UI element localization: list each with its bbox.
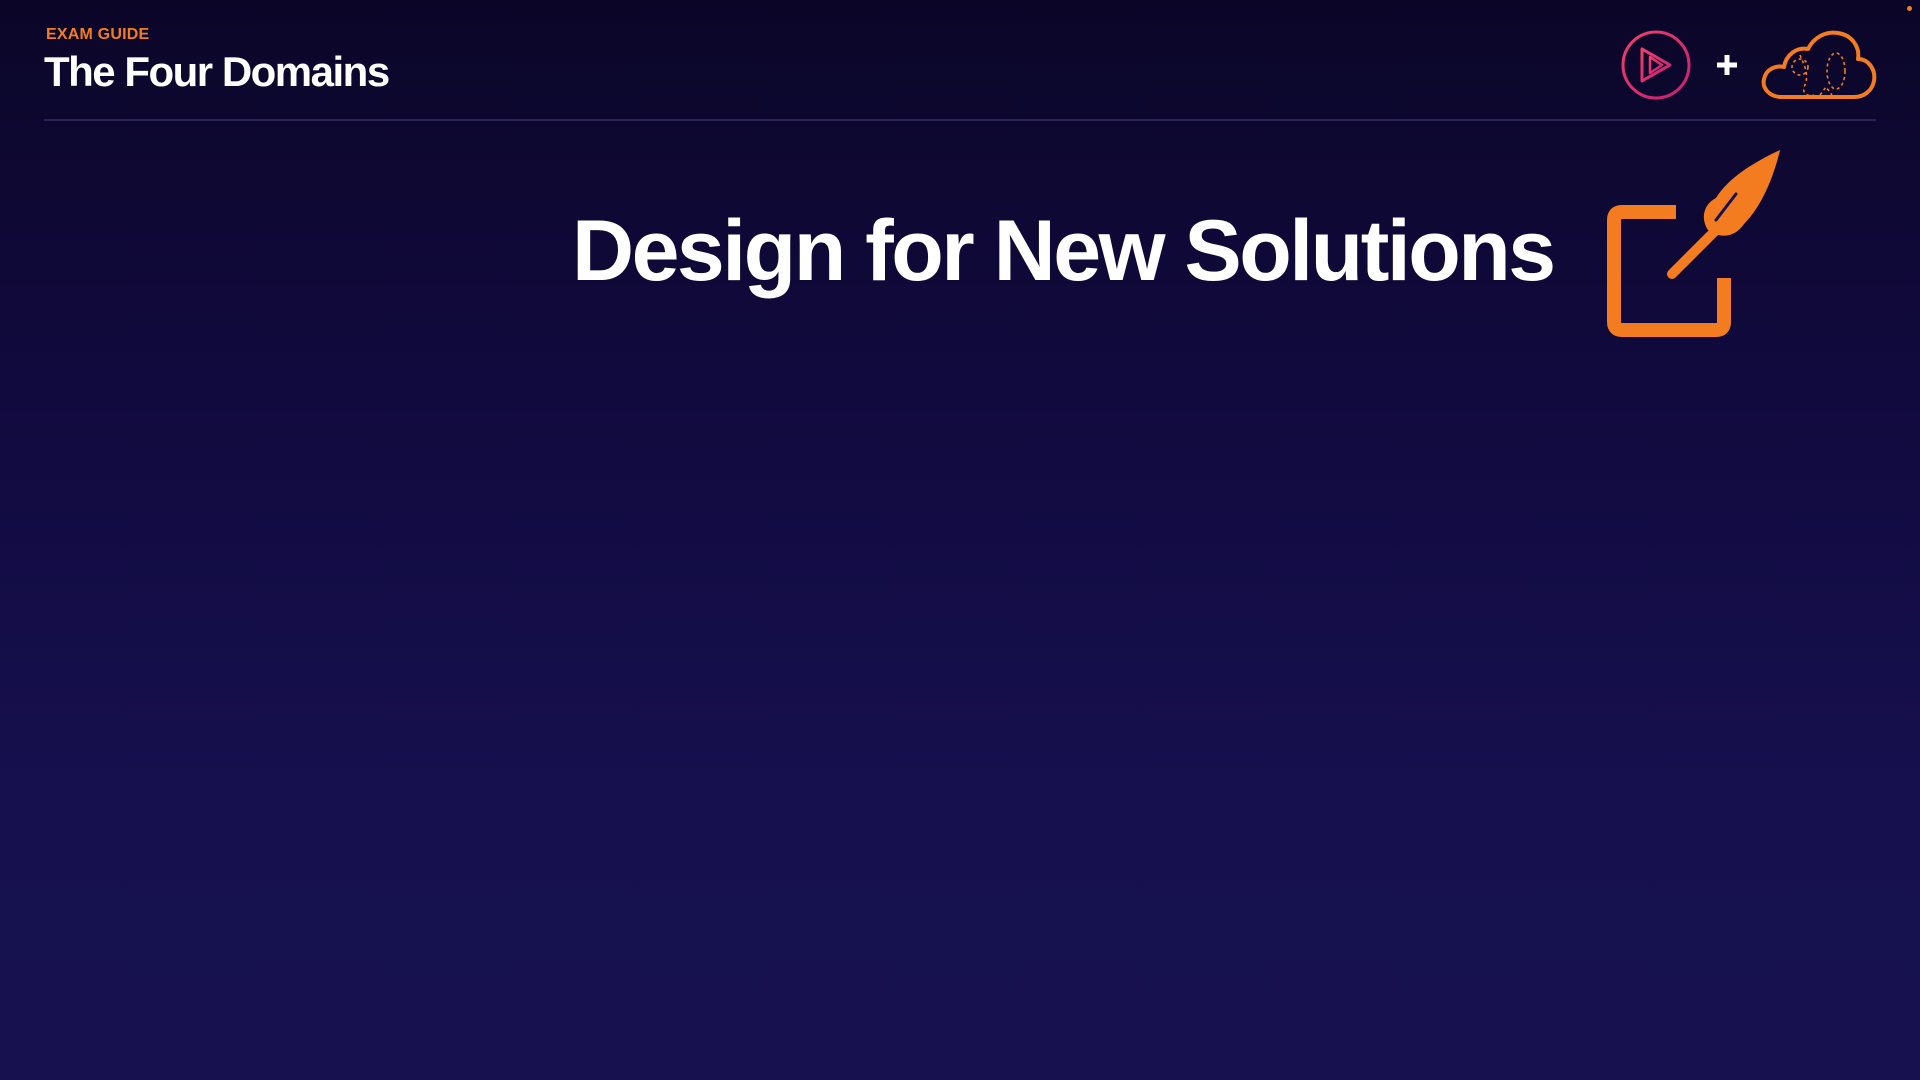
hero-title: Design for New Solutions [572, 203, 1556, 299]
play-circle-icon [1621, 30, 1691, 100]
cloud-icon [1761, 30, 1877, 99]
edit-pencil-icon [1606, 150, 1780, 337]
section-eyebrow: EXAM GUIDE [46, 26, 150, 43]
header-divider [44, 119, 1876, 121]
page-title: The Four Domains [44, 48, 390, 95]
slide-header: EXAM GUIDE The Four Domains [44, 24, 1876, 120]
plus-icon [1717, 55, 1737, 75]
corner-indicator [1907, 6, 1912, 11]
brand-logos [1620, 30, 1878, 100]
hero-section: Design for New Solutions [572, 148, 1794, 338]
